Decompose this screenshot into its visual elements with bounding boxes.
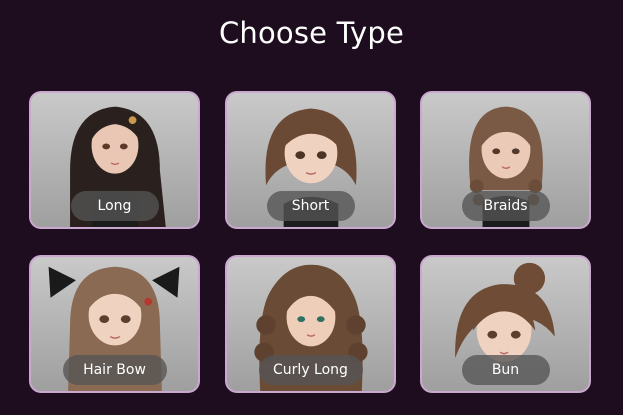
type-card-braids[interactable]: Braids — [420, 91, 591, 229]
page-title: Choose Type — [218, 16, 405, 50]
type-label-braids: Braids — [461, 191, 550, 221]
type-label-long: Long — [70, 191, 159, 221]
type-label-hair-bow: Hair Bow — [62, 355, 167, 385]
bow-icon — [48, 266, 76, 298]
type-card-curly-long[interactable]: Curly Long — [225, 255, 396, 393]
type-card-long[interactable]: Long — [29, 91, 200, 229]
type-card-hair-bow[interactable]: Hair Bow — [29, 255, 200, 393]
type-label-curly-long: Curly Long — [258, 355, 363, 385]
type-card-bun[interactable]: Bun — [420, 255, 591, 393]
type-card-short[interactable]: Short — [225, 91, 396, 229]
type-label-bun: Bun — [461, 355, 550, 385]
type-label-short: Short — [266, 191, 355, 221]
